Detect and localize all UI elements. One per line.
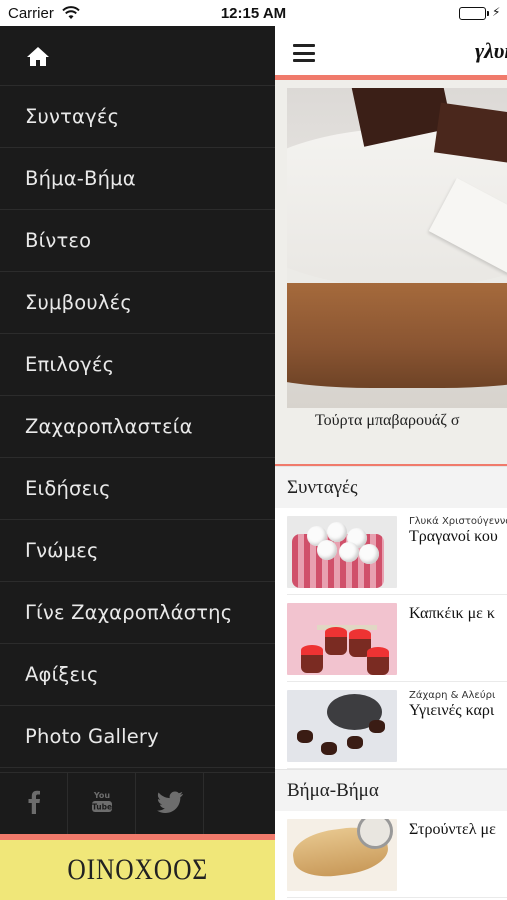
article-title: Καπκέικ με κ	[409, 605, 495, 622]
menu-item-label: Γίνε Ζαχαροπλάστης	[25, 601, 233, 624]
menu-item-label: Photo Gallery	[25, 725, 159, 748]
menu-item-label: Ειδήσεις	[25, 477, 111, 500]
menu-item-video[interactable]: Βίντεο	[0, 210, 275, 272]
featured-image	[287, 88, 507, 408]
menu-item-label: Συμβουλές	[25, 291, 132, 314]
status-bar: Carrier 12:15 AM ⚡	[0, 0, 507, 26]
menu-item-opinions[interactable]: Γνώμες	[0, 520, 275, 582]
article-row[interactable]: Στρούντελ με	[275, 811, 507, 898]
article-category: Ζάχαρη & Αλεύρι	[409, 690, 496, 701]
status-time: 12:15 AM	[220, 5, 287, 22]
featured-article[interactable]: Τούρτα μπαβαρουάζ σ	[275, 80, 507, 466]
menu-item-news[interactable]: Ειδήσεις	[0, 458, 275, 520]
article-row[interactable]: Ζάχαρη & Αλεύρι Υγιεινές καρι	[275, 682, 507, 769]
menu-item-label: Γνώμες	[25, 539, 99, 562]
menu-item-label: Ζαχαροπλαστεία	[25, 415, 193, 438]
menu-item-label: Συνταγές	[25, 105, 120, 128]
main-content: γλυκ Τούρτα μπαβαρουάζ σ Συνταγές	[275, 26, 507, 900]
svg-text:Tube: Tube	[91, 803, 111, 812]
charging-icon: ⚡	[492, 5, 501, 19]
svg-text:You: You	[92, 791, 110, 800]
menu-item-become-pastry-chef[interactable]: Γίνε Ζαχαροπλάστης	[0, 582, 275, 644]
article-row[interactable]: Καπκέικ με κ	[275, 595, 507, 682]
menu-item-selections[interactable]: Επιλογές	[0, 334, 275, 396]
section-title: Συνταγές	[287, 476, 358, 498]
menu-item-recipes[interactable]: Συνταγές	[0, 86, 275, 148]
menu-item-tips[interactable]: Συμβουλές	[0, 272, 275, 334]
menu-item-label: Βίντεο	[25, 229, 92, 252]
social-links: You Tube	[0, 772, 275, 835]
menu-item-label: Επιλογές	[25, 353, 115, 376]
menu-item-photo-gallery[interactable]: Photo Gallery	[0, 706, 275, 768]
site-logo: γλυκ	[475, 38, 507, 63]
side-menu: Συνταγές Βήμα-Βήμα Βίντεο Συμβουλές Επιλ…	[0, 26, 275, 900]
menu-item-pastry-shops[interactable]: Ζαχαροπλαστεία	[0, 396, 275, 458]
article-title: Στρούντελ με	[409, 821, 496, 838]
article-title: Υγιεινές καρι	[409, 702, 495, 719]
article-thumbnail	[287, 819, 397, 891]
article-title: Τραγανοί κου	[409, 528, 498, 545]
facebook-icon	[27, 790, 41, 818]
ad-banner[interactable]: ΟΙΝΟΧΟΟΣ	[0, 840, 275, 900]
facebook-button[interactable]	[0, 773, 68, 835]
ad-banner-text: ΟΙΝΟΧΟΟΣ	[67, 853, 208, 886]
article-thumbnail	[287, 603, 397, 675]
battery-icon	[459, 7, 489, 20]
twitter-button[interactable]	[136, 773, 204, 835]
social-spacer	[204, 773, 275, 835]
youtube-icon: You Tube	[89, 789, 115, 819]
section-title: Βήμα-Βήμα	[287, 779, 379, 801]
menu-item-label: Αφίξεις	[25, 663, 99, 686]
app-screen: Carrier 12:15 AM ⚡ Συνταγές Βήμα-Βήμα Βί…	[0, 0, 507, 900]
article-row[interactable]: Γλυκά Χριστούγεννα Τραγανοί κου	[275, 508, 507, 595]
twitter-icon	[156, 791, 183, 817]
home-button[interactable]	[0, 26, 275, 86]
menu-toggle-button[interactable]	[293, 44, 315, 62]
home-icon	[26, 46, 50, 71]
section-header-recipes[interactable]: Συνταγές	[275, 466, 507, 508]
youtube-button[interactable]: You Tube	[68, 773, 136, 835]
hamburger-icon	[293, 44, 315, 62]
menu-item-label: Βήμα-Βήμα	[25, 167, 136, 190]
menu-item-arrivals[interactable]: Αφίξεις	[0, 644, 275, 706]
article-category: Γλυκά Χριστούγεννα	[409, 516, 507, 527]
article-thumbnail	[287, 690, 397, 762]
menu-item-step-by-step[interactable]: Βήμα-Βήμα	[0, 148, 275, 210]
featured-caption: Τούρτα μπαβαρουάζ σ	[315, 412, 460, 429]
top-bar: γλυκ	[275, 26, 507, 80]
section-header-step-by-step[interactable]: Βήμα-Βήμα	[275, 769, 507, 811]
article-thumbnail	[287, 516, 397, 588]
